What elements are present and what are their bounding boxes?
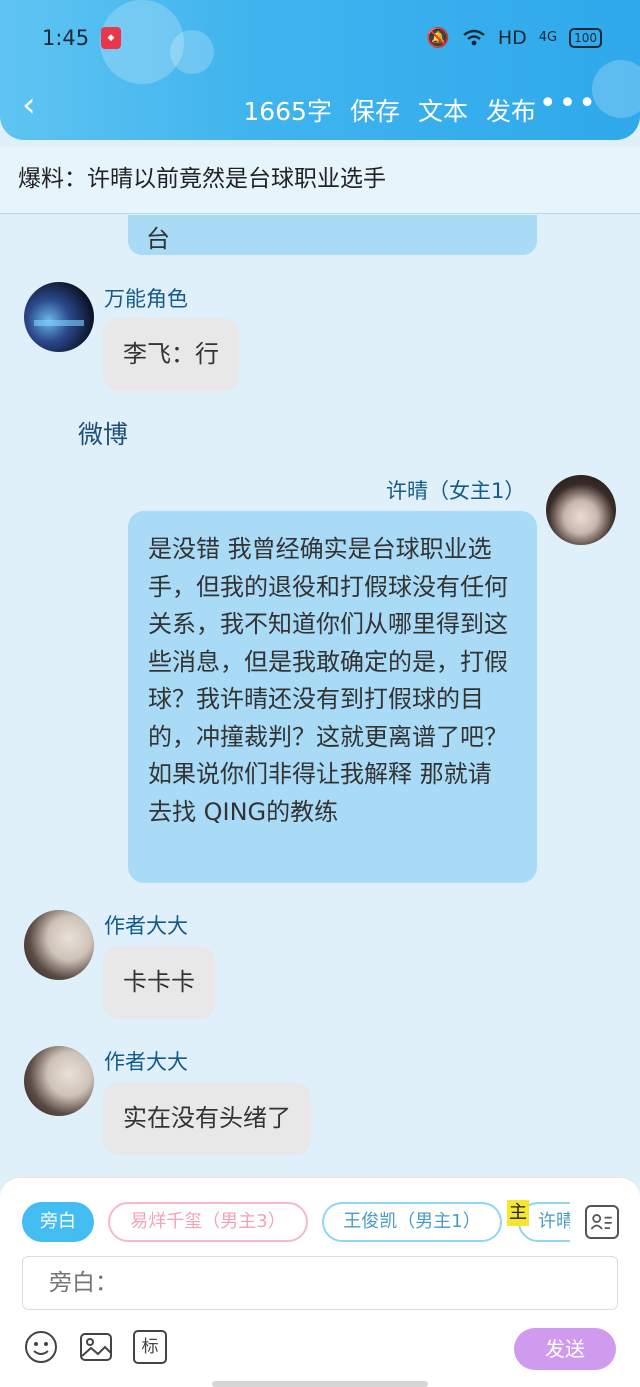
emoji-icon[interactable]: [24, 1330, 58, 1364]
text-button[interactable]: 文本: [418, 92, 468, 128]
save-button[interactable]: 保存: [350, 92, 400, 128]
message-input[interactable]: [22, 1256, 618, 1310]
publish-button[interactable]: 发布: [486, 92, 536, 128]
message-bubble[interactable]: 李飞：行: [103, 318, 239, 391]
avatar[interactable]: [24, 282, 94, 352]
avatar[interactable]: [24, 1046, 94, 1116]
message-bubble[interactable]: 卡卡卡: [103, 946, 215, 1019]
chat-area[interactable]: 台 万能角色 李飞：行 微博 许晴（女主1） 是没错 我曾经确实是台球职业选手，…: [0, 215, 640, 1177]
mute-icon: 🔕: [426, 27, 450, 49]
sender-name: 作者大大: [104, 1050, 188, 1074]
send-button[interactable]: 发送: [514, 1328, 616, 1370]
app-notification-icon: ◆: [101, 27, 121, 49]
signal-icon: 4G: [538, 30, 558, 45]
status-time: 1:45: [42, 26, 90, 50]
avatar[interactable]: [24, 910, 94, 980]
message-bubble[interactable]: 是没错 我曾经确实是台球职业选手，但我的退役和打假球没有任何关系，我不知道你们从…: [128, 511, 537, 883]
message-bubble-partial: 台: [128, 215, 537, 255]
top-header: 1:45 ◆ 🔕 HD 4G 100 ‹ 1665字 保存 文本 发布 •••: [0, 0, 640, 140]
word-count: 1665字: [243, 97, 332, 126]
image-icon[interactable]: [79, 1330, 113, 1364]
story-title: 爆料：许晴以前竟然是台球职业选手: [0, 146, 640, 214]
role-selector: 旁白 易烊千玺（男主3） 王俊凯（男主1） 许晴: [22, 1202, 570, 1242]
avatar[interactable]: [546, 475, 616, 545]
sender-name: 作者大大: [104, 914, 188, 938]
decor-bubble: [592, 60, 640, 118]
home-indicator[interactable]: [212, 1381, 428, 1387]
role-chip-narrator[interactable]: 旁白: [22, 1202, 94, 1242]
wifi-icon: [463, 29, 485, 45]
network-label: HD: [497, 26, 527, 49]
sender-name: 许晴（女主1）: [386, 479, 526, 503]
contacts-icon[interactable]: [585, 1205, 619, 1239]
battery-icon: 100: [569, 27, 602, 48]
back-button[interactable]: ‹: [22, 88, 36, 122]
input-panel: 旁白 易烊千玺（男主3） 王俊凯（男主1） 许晴 主 标 发送: [0, 1177, 640, 1387]
message-bubble[interactable]: 实在没有头绪了: [103, 1082, 311, 1155]
narration-text[interactable]: 微博: [78, 415, 128, 451]
more-button[interactable]: •••: [539, 86, 598, 121]
sender-name: 万能角色: [104, 287, 188, 311]
role-chip[interactable]: 王俊凯（男主1）: [322, 1202, 502, 1242]
decor-bubble: [170, 30, 214, 74]
main-role-marker: 主: [507, 1200, 529, 1226]
status-icons: 🔕 HD 4G 100: [426, 26, 602, 49]
tag-button[interactable]: 标: [133, 1330, 167, 1364]
role-chip[interactable]: 易烊千玺（男主3）: [108, 1202, 308, 1242]
header-actions: 1665字 保存 文本 发布: [243, 92, 536, 128]
